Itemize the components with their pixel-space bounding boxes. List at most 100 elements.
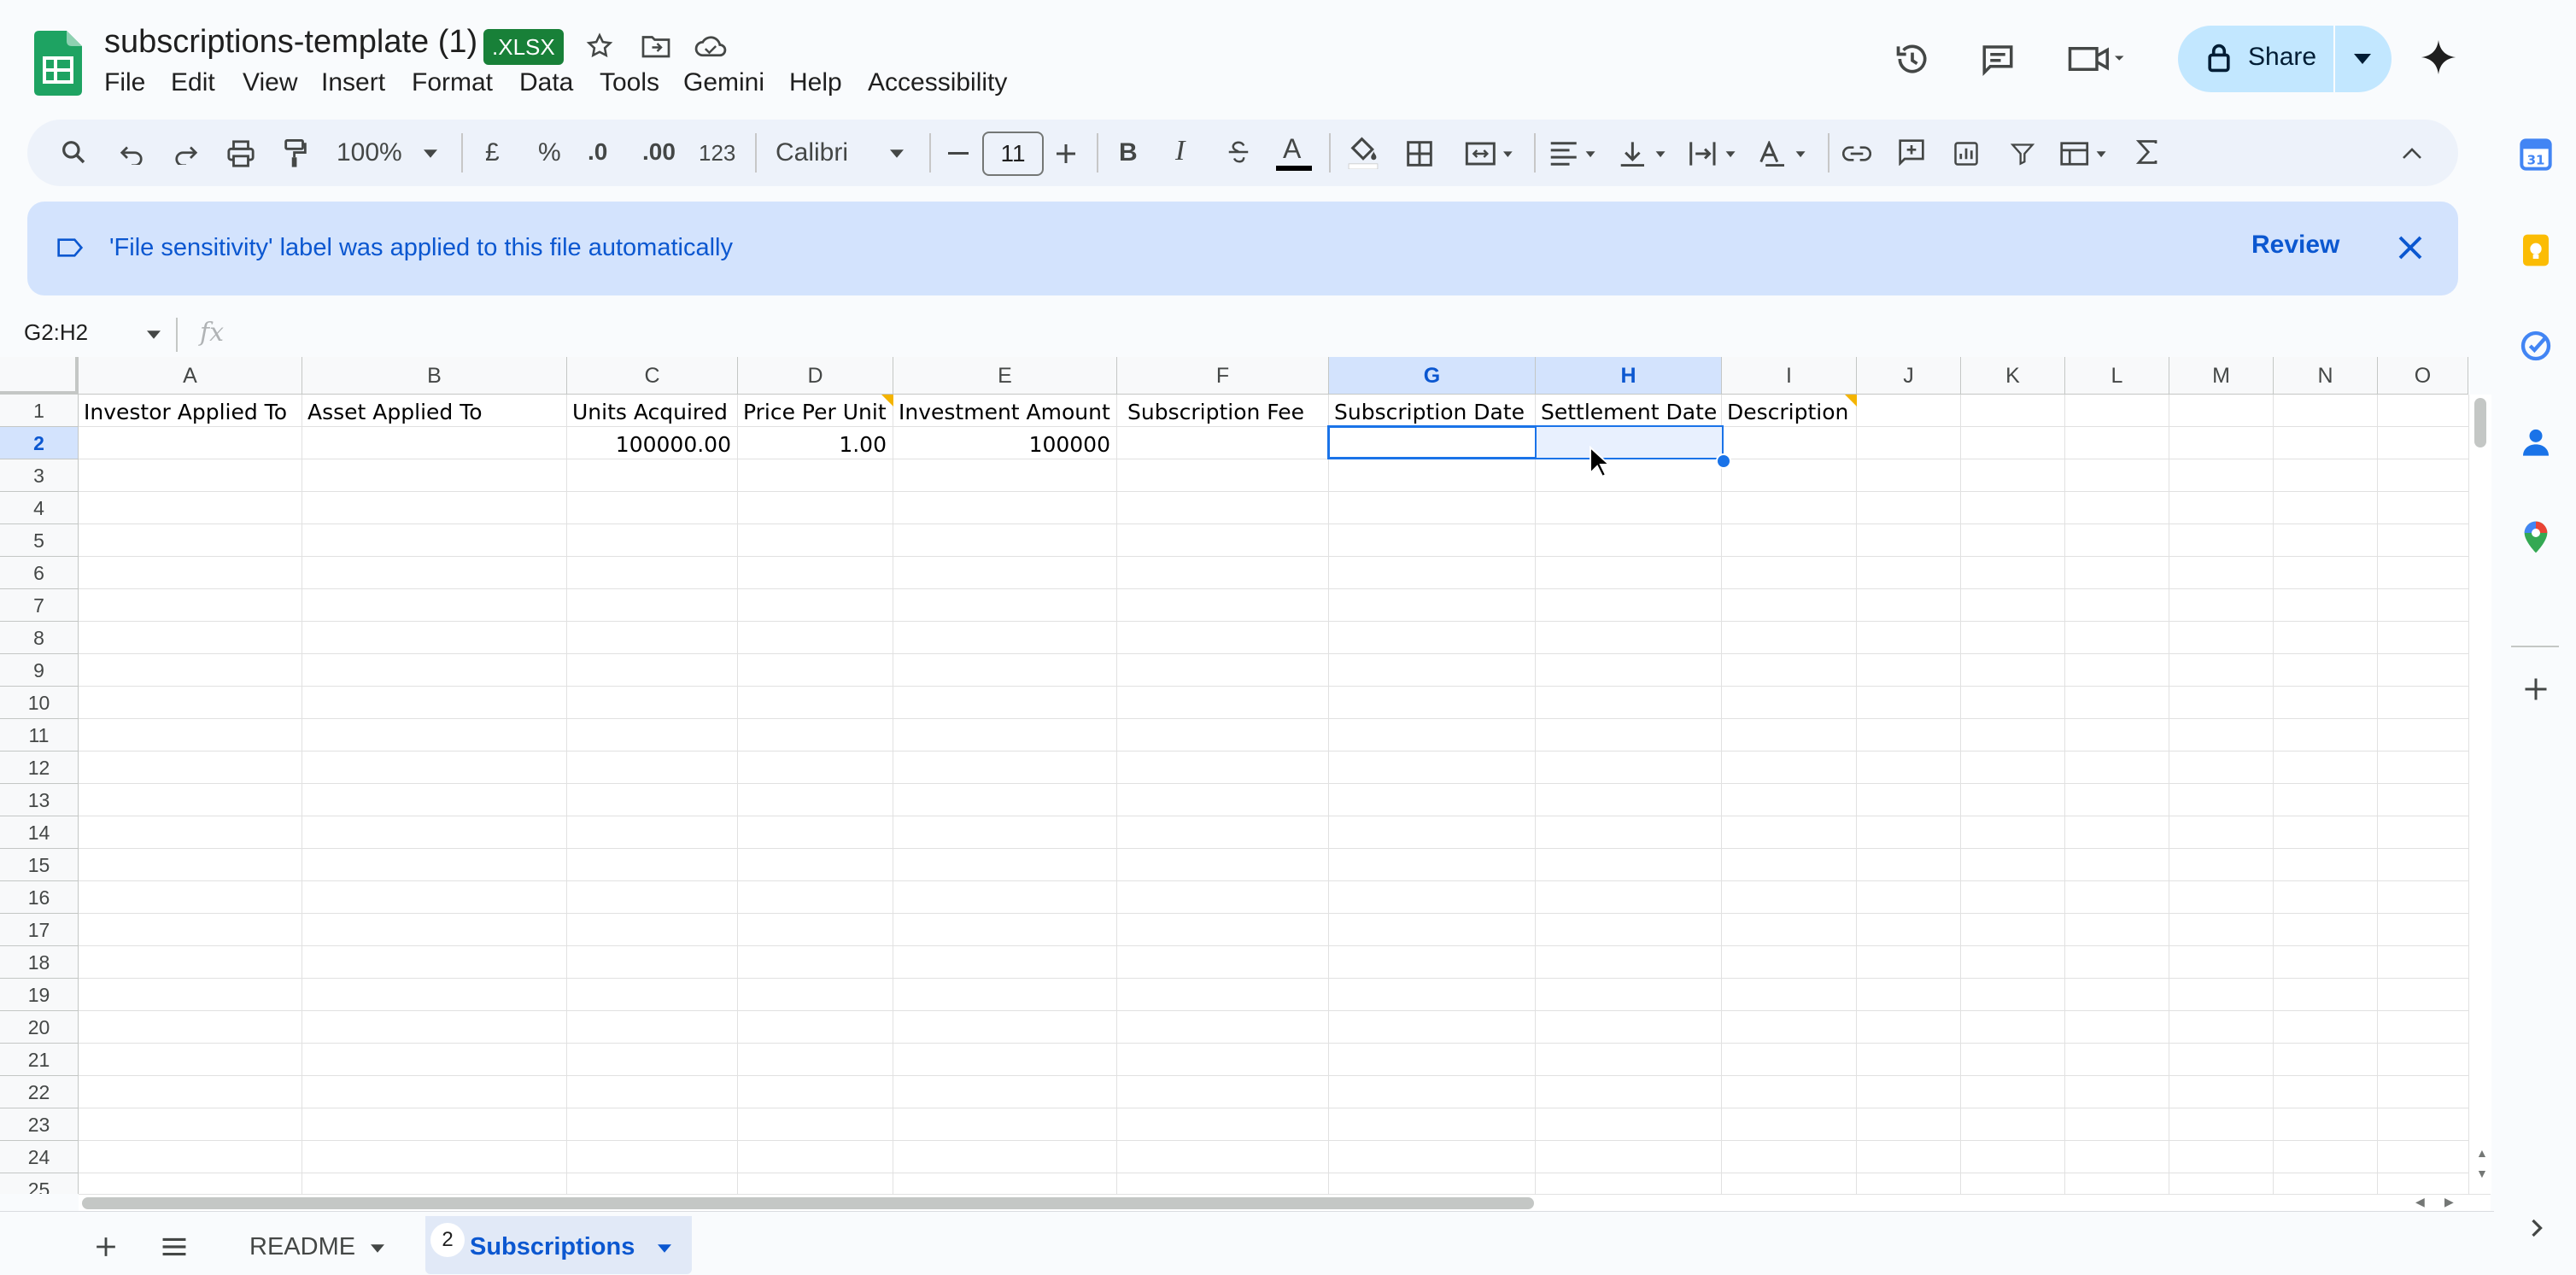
comments-icon[interactable] — [1976, 38, 2019, 80]
cell-d1[interactable]: Price Per Unit — [743, 400, 892, 424]
menu-format[interactable]: Format — [412, 68, 493, 97]
column-header-a[interactable]: A — [79, 357, 302, 395]
more-formats-button[interactable]: 123 — [699, 140, 735, 167]
zoom-dropdown-icon[interactable] — [420, 143, 441, 164]
insert-comment-icon[interactable] — [1894, 135, 1929, 169]
scroll-left-arrow-icon[interactable]: ◀ — [2415, 1195, 2425, 1209]
text-wrapping-icon[interactable] — [1684, 137, 1744, 171]
column-header-i[interactable]: I — [1722, 357, 1857, 395]
row-header-6[interactable]: 6 — [0, 557, 79, 589]
vertical-scroll-thumb[interactable] — [2474, 398, 2486, 447]
column-header-j[interactable]: J — [1857, 357, 1961, 395]
font-size-input[interactable]: 11 — [982, 132, 1044, 176]
menu-help[interactable]: Help — [789, 68, 842, 97]
column-header-m[interactable]: M — [2169, 357, 2274, 395]
row-header-15[interactable]: 15 — [0, 849, 79, 881]
contacts-icon[interactable] — [2518, 424, 2554, 459]
row-header-9[interactable]: 9 — [0, 654, 79, 687]
menu-data[interactable]: Data — [519, 68, 573, 97]
row-header-12[interactable]: 12 — [0, 752, 79, 784]
tasks-icon[interactable] — [2518, 328, 2554, 364]
bold-button[interactable]: B — [1119, 138, 1138, 167]
scroll-down-arrow-icon[interactable]: ▼ — [2476, 1167, 2488, 1180]
horizontal-align-icon[interactable] — [1544, 137, 1604, 171]
star-icon[interactable] — [583, 29, 617, 63]
menu-view[interactable]: View — [243, 68, 297, 97]
horizontal-scrollbar[interactable]: ◀ ▶ — [79, 1194, 2491, 1212]
share-button[interactable]: Share — [2178, 26, 2392, 92]
horizontal-scroll-thumb[interactable] — [82, 1197, 1534, 1209]
cell-i1-note-marker[interactable] — [1845, 395, 1857, 406]
paint-format-icon[interactable] — [278, 137, 313, 171]
column-header-g[interactable]: G — [1329, 357, 1536, 395]
borders-icon[interactable] — [1402, 137, 1437, 171]
font-dropdown-icon[interactable] — [887, 143, 907, 164]
row-header-10[interactable]: 10 — [0, 687, 79, 719]
cell-d1-note-marker[interactable] — [881, 395, 893, 406]
row-header-1[interactable]: 1 — [0, 395, 79, 427]
cell-a1[interactable]: Investor Applied To — [84, 400, 301, 424]
row-header-23[interactable]: 23 — [0, 1108, 79, 1141]
spreadsheet-grid[interactable]: A B C D E F G H I J K L M N O 1 2 3 4 5 … — [0, 357, 2468, 1194]
row-header-19[interactable]: 19 — [0, 979, 79, 1011]
sheet-tab-readme-dropdown-icon[interactable] — [367, 1238, 388, 1259]
zoom-select[interactable]: 100% — [337, 138, 402, 167]
insert-link-icon[interactable] — [1840, 137, 1874, 171]
text-color-button[interactable]: A — [1274, 133, 1314, 171]
row-header-17[interactable]: 17 — [0, 914, 79, 946]
row-header-5[interactable]: 5 — [0, 524, 79, 557]
row-header-20[interactable]: 20 — [0, 1011, 79, 1044]
scroll-up-arrow-icon[interactable]: ▲ — [2476, 1146, 2488, 1160]
vertical-align-icon[interactable] — [1614, 137, 1674, 171]
strikethrough-icon[interactable] — [1221, 135, 1256, 169]
version-history-icon[interactable] — [1891, 38, 1934, 80]
filter-views-icon[interactable] — [2055, 137, 2115, 171]
row-header-21[interactable]: 21 — [0, 1044, 79, 1076]
column-header-d[interactable]: D — [738, 357, 893, 395]
column-header-f[interactable]: F — [1117, 357, 1329, 395]
column-header-c[interactable]: C — [567, 357, 738, 395]
column-header-o[interactable]: O — [2378, 357, 2468, 395]
row-header-8[interactable]: 8 — [0, 622, 79, 654]
menu-gemini[interactable]: Gemini — [683, 68, 764, 97]
select-all-corner[interactable] — [0, 357, 79, 395]
sheet-tab-subscriptions-dropdown-icon[interactable] — [654, 1238, 675, 1259]
row-header-13[interactable]: 13 — [0, 784, 79, 816]
cell-g1[interactable]: Subscription Date — [1334, 400, 1534, 424]
text-rotation-icon[interactable] — [1754, 137, 1814, 171]
font-select[interactable]: Calibri — [776, 138, 848, 167]
menu-tools[interactable]: Tools — [600, 68, 659, 97]
share-dropdown-icon[interactable] — [2345, 46, 2380, 72]
row-header-3[interactable]: 3 — [0, 459, 79, 492]
add-addon-icon[interactable] — [2518, 671, 2554, 707]
increase-decimal-button[interactable]: .00 — [642, 138, 676, 166]
row-header-25[interactable]: 25 — [0, 1173, 79, 1194]
move-folder-icon[interactable] — [637, 29, 675, 63]
cell-c1[interactable]: Units Acquired — [572, 400, 736, 424]
formula-input[interactable] — [239, 313, 2460, 354]
menu-accessibility[interactable]: Accessibility — [868, 68, 1007, 97]
row-header-11[interactable]: 11 — [0, 719, 79, 752]
scroll-right-arrow-icon[interactable]: ▶ — [2444, 1195, 2454, 1209]
name-box[interactable]: G2:H2 — [24, 319, 88, 346]
filter-icon[interactable] — [2005, 137, 2040, 171]
cell-f1[interactable]: Subscription Fee — [1127, 400, 1329, 424]
calendar-icon[interactable]: 31 — [2518, 137, 2554, 173]
vertical-scrollbar[interactable]: ▼ ▲ — [2468, 395, 2491, 1194]
column-header-n[interactable]: N — [2274, 357, 2378, 395]
column-header-k[interactable]: K — [1961, 357, 2065, 395]
row-header-22[interactable]: 22 — [0, 1076, 79, 1108]
cell-h1[interactable]: Settlement Date — [1541, 400, 1720, 424]
cell-e1[interactable]: Investment Amount — [899, 400, 1115, 424]
hide-menus-chevron-up-icon[interactable] — [2395, 138, 2429, 169]
keep-icon[interactable] — [2518, 232, 2554, 268]
column-header-b[interactable]: B — [302, 357, 567, 395]
column-header-l[interactable]: L — [2065, 357, 2169, 395]
format-percent-button[interactable]: % — [538, 138, 561, 167]
cell-c2[interactable]: 100000.00 — [572, 432, 731, 457]
all-sheets-menu-icon[interactable] — [157, 1230, 191, 1264]
row-header-4[interactable]: 4 — [0, 492, 79, 524]
cell-b1[interactable]: Asset Applied To — [307, 400, 565, 424]
functions-icon[interactable] — [2130, 135, 2164, 169]
sheets-logo-icon[interactable] — [34, 31, 82, 96]
